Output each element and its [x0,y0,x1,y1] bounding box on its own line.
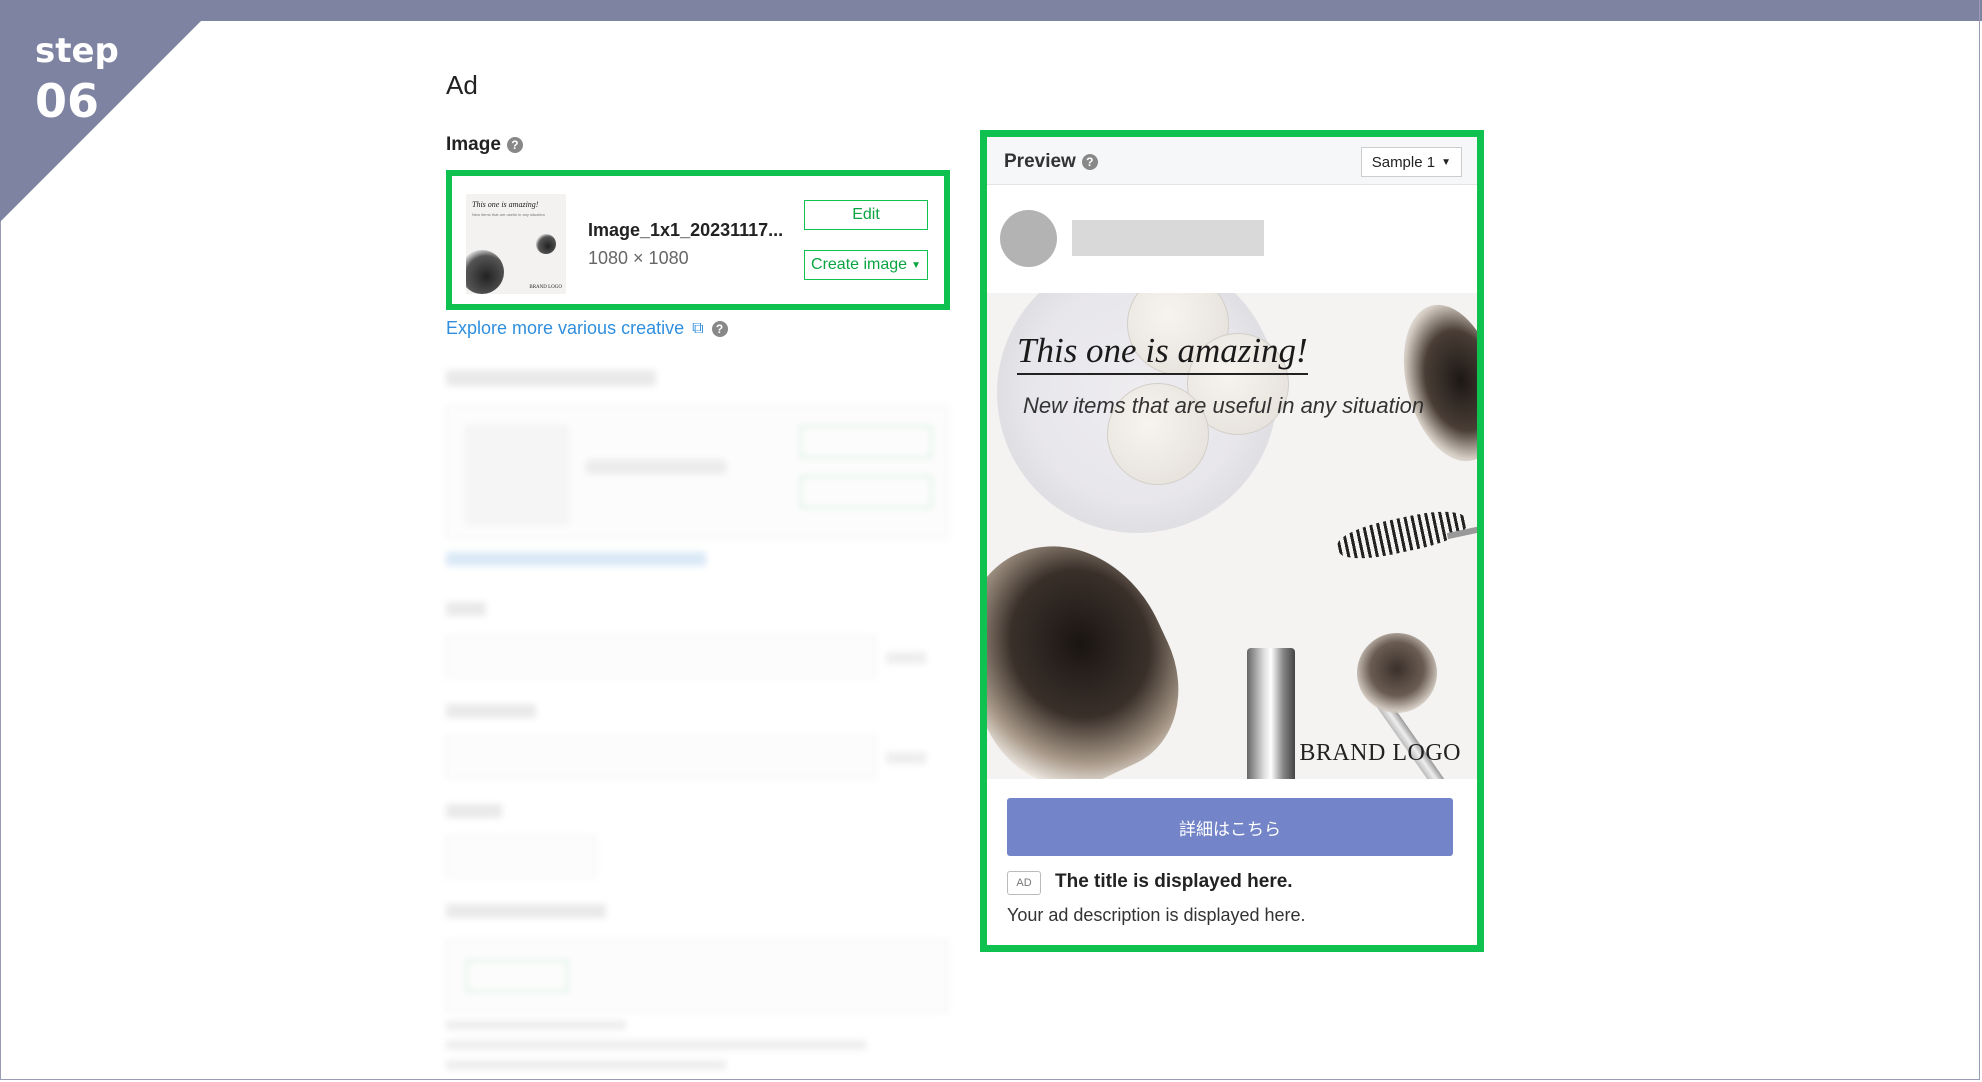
step-label: step [35,31,119,71]
thumbnail-logo: BRAND LOGO [529,285,562,290]
ad-preview-image: This one is amazing! New items that are … [987,293,1477,779]
blurred-button [466,960,568,992]
brush-graphic [1387,294,1477,472]
blurred-note [446,1020,626,1030]
create-image-label: Create image [811,256,908,273]
ad-badge: AD [1007,871,1041,895]
ad-title: The title is displayed here. [1055,871,1293,892]
thumbnail-headline: This one is amazing! [472,200,539,209]
blurred-note [446,1060,726,1070]
image-field-label: Image ? [446,134,523,156]
blurred-counter [886,652,926,664]
blurred-label [446,704,536,718]
blurred-label [446,370,656,386]
blurred-select [446,836,596,878]
brand-logo: BRAND LOGO [1299,740,1461,766]
blurred-text [586,460,726,474]
blurred-button [800,426,932,458]
image-label-text: Image [446,134,501,155]
blurred-label [446,602,486,616]
edit-button[interactable]: Edit [804,200,928,230]
help-icon[interactable]: ? [711,320,728,337]
blurred-input [446,636,876,678]
avatar-placeholder [1000,210,1057,267]
thumb-brush-graphic [536,234,556,254]
explore-creative-link[interactable]: Explore more various creative ⧉ ? [446,318,728,339]
image-card: This one is amazing! New items that are … [446,170,950,310]
explore-link-label: Explore more various creative [446,318,685,338]
external-link-icon: ⧉ [692,319,704,337]
ad-image-subline: New items that are useful in any situati… [1023,393,1425,418]
blurred-label [446,804,502,818]
blurred-label [446,904,606,918]
preview-title: Preview ? [1004,151,1098,173]
ad-description: Your ad description is displayed here. [1007,905,1306,925]
powder-brush-graphic [987,511,1209,779]
blurred-counter [886,752,926,764]
blurred-link [446,552,706,566]
blurred-thumb [466,426,568,524]
preview-header: Preview ? Sample 1 ▼ [987,137,1477,185]
section-title: Ad [446,70,478,100]
sample-select[interactable]: Sample 1 ▼ [1360,147,1462,177]
account-name-placeholder [1072,220,1264,256]
create-image-button[interactable]: Create image ▼ [804,250,928,280]
caret-down-icon: ▼ [1441,156,1451,168]
blurred-button [800,476,932,508]
image-dimensions: 1080 × 1080 [588,248,689,268]
image-file-name: Image_1x1_20231117... [588,220,784,240]
sample-select-value: Sample 1 [1371,153,1436,171]
caret-down-icon: ▼ [911,259,921,271]
blurred-form-area [446,360,956,1080]
help-icon[interactable]: ? [506,137,523,153]
preview-title-text: Preview [1004,151,1076,172]
blurred-input [446,736,876,778]
step-number: 06 [35,74,100,128]
help-icon[interactable]: ? [1081,154,1098,170]
ad-image-headline: This one is amazing! [1017,331,1308,375]
preview-panel: Preview ? Sample 1 ▼ This one is amazing… [980,130,1484,952]
lipstick-tube-graphic [1247,648,1295,779]
blurred-note [446,1040,866,1050]
thumbnail-subline: New items that are useful in any situati… [472,212,545,217]
cta-button[interactable]: 詳細はこちら [1007,798,1453,856]
thumb-brush-graphic [466,250,504,294]
image-thumbnail: This one is amazing! New items that are … [466,194,566,294]
small-brush-graphic [1357,633,1437,713]
